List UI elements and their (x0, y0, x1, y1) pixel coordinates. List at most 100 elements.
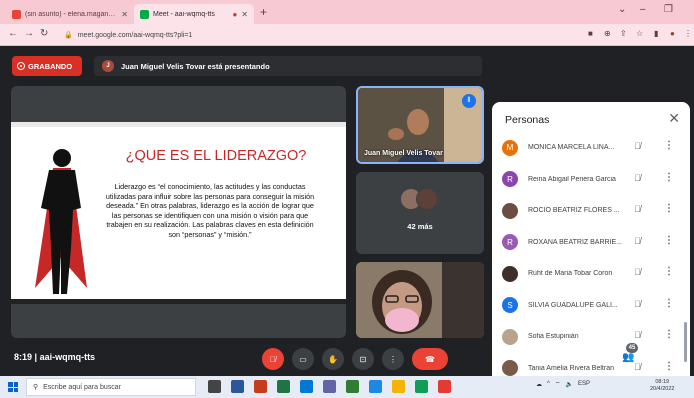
person-name: ROCIO BEATRIZ FLORES ... (528, 207, 620, 215)
recording-badge[interactable]: GRABANDO (12, 56, 82, 76)
person-name: ROXANA BEATRIZ BARRIE... (528, 238, 623, 246)
more-options-icon[interactable]: ⋮ (664, 361, 674, 372)
self-video-tile[interactable] (356, 262, 484, 338)
profile-avatar[interactable]: ● (670, 29, 675, 38)
people-list: M MONICA MARCELA LINA... 🎙̸ ⋮ R Reina Ab… (492, 132, 690, 384)
tab-title: (sin asunto) - elena.magana@un (25, 10, 118, 18)
show-hidden-icon[interactable]: ^ (547, 381, 550, 387)
forward-button[interactable]: → (24, 28, 34, 39)
person-row[interactable]: M MONICA MARCELA LINA... 🎙̸ ⋮ (492, 132, 690, 164)
mail-icon[interactable] (300, 380, 313, 393)
url-text: meet.google.com/aai-wqmq-tts?pli=1 (77, 31, 193, 39)
slide-body: Liderazgo es “el conocimiento, las actit… (105, 182, 315, 239)
powerpoint-icon[interactable] (254, 380, 267, 393)
camera-icon[interactable]: ■ (588, 29, 593, 38)
minimize-button[interactable]: – (640, 4, 646, 15)
close-tab-icon[interactable]: ✕ (241, 10, 248, 19)
more-options-icon[interactable]: ⋮ (664, 172, 674, 183)
more-options-icon[interactable]: ⋮ (664, 235, 674, 246)
close-tab-icon[interactable]: ✕ (121, 10, 128, 19)
tab-meet[interactable]: Meet - aai-wqmq-tts ● ✕ (134, 4, 254, 24)
person-row[interactable]: R ROXANA BEATRIZ BARRIE... 🎙̸ ⋮ (492, 227, 690, 259)
presentation-slide: ¿QUE ES EL LIDERAZGO? Liderazgo es “el c… (11, 122, 346, 304)
superhero-silhouette-icon (35, 149, 87, 294)
presenter-name-tag: Juan Miguel Velis Tovar (364, 150, 443, 157)
person-name: MONICA MARCELA LINA... (528, 144, 615, 152)
person-row[interactable]: R Reina Abigail Periera Garcia 🎙̸ ⋮ (492, 164, 690, 196)
app-icon[interactable] (346, 380, 359, 393)
raise-hand-button[interactable]: ✋ (322, 348, 344, 370)
volume-icon[interactable]: 🔈 (565, 381, 572, 388)
presenter-video-tile[interactable]: ⫴ Juan Miguel Velis Tovar (356, 86, 484, 164)
url-input[interactable]: 🔒 meet.google.com/aai-wqmq-tts?pli=1 (58, 27, 618, 43)
more-options-icon[interactable]: ⋮ (664, 266, 674, 277)
participant-avatar (416, 188, 438, 210)
activities-icon[interactable]: ⧉ (674, 352, 681, 363)
new-tab-button[interactable]: + (260, 5, 267, 19)
search-icon: ⚲ (33, 384, 39, 391)
more-options-button[interactable]: ⋮ (382, 348, 404, 370)
speaking-indicator-icon: ⫴ (462, 94, 476, 108)
tab-title: Meet - aai-wqmq-tts (153, 10, 215, 18)
taskbar-search-input[interactable]: ⚲ Escribe aquí para buscar (26, 378, 196, 396)
meeting-code: aai-wqmq-tts (39, 352, 96, 362)
app-icon[interactable] (438, 380, 451, 393)
file-explorer-icon[interactable] (392, 380, 405, 393)
address-bar-row: ← → ↻ 🔒 meet.google.com/aai-wqmq-tts?pli… (0, 24, 694, 46)
person-avatar: R (502, 171, 518, 188)
more-participants-tile[interactable]: 42 más (356, 172, 484, 254)
weather-icon[interactable]: ☁ (536, 381, 542, 388)
taskbar-clock[interactable]: 08:19 20/4/2022 (650, 379, 674, 393)
maximize-button[interactable]: ❐ (664, 4, 673, 15)
people-panel: Personas ✕ M MONICA MARCELA LINA... 🎙̸ ⋮… (492, 102, 690, 384)
tab-search-icon[interactable]: ⌄ (618, 4, 626, 15)
camera-toggle-button[interactable]: ▭ (292, 348, 314, 370)
mic-toggle-button[interactable]: 🎙̸ (262, 348, 284, 370)
presentation-tile[interactable]: ¿QUE ES EL LIDERAZGO? Liderazgo es “el c… (11, 86, 346, 338)
back-button[interactable]: ← (8, 28, 18, 39)
system-tray: ☁ ^ ⌔ 🔈 ESP (536, 380, 590, 388)
person-row[interactable]: Ruht de Maria Tobar Coron 🎙̸ ⋮ (492, 258, 690, 290)
word-icon[interactable] (231, 380, 244, 393)
language-indicator[interactable]: ESP (578, 381, 590, 387)
mic-off-icon: 🎙̸ (634, 330, 641, 340)
people-scrollbar[interactable] (684, 322, 687, 362)
browser-menu-icon[interactable]: ⋮ (684, 29, 692, 38)
person-name: Ruht de Maria Tobar Coron (528, 270, 613, 278)
chrome-icon[interactable] (415, 380, 428, 393)
more-options-icon[interactable]: ⋮ (664, 329, 674, 340)
taskbar-apps (208, 380, 451, 393)
teams-icon[interactable] (323, 380, 336, 393)
person-avatar: R (502, 234, 518, 251)
share-icon[interactable]: ⇪ (620, 29, 627, 38)
person-row[interactable]: S SILVIA GUADALUPE GALI... 🎙̸ ⋮ (492, 290, 690, 322)
presenting-banner: J Juan Miguel Velis Tovar está presentan… (94, 56, 482, 76)
more-options-icon[interactable]: ⋮ (664, 203, 674, 214)
windows-start-icon[interactable] (8, 382, 18, 392)
people-icon[interactable]: 👥 (622, 352, 634, 363)
chat-icon[interactable]: ▤ (648, 352, 657, 363)
task-view-icon[interactable] (208, 380, 221, 393)
person-name: Sofia Estupinián (528, 333, 579, 341)
person-row[interactable]: Sofia Estupinián 🎙̸ ⋮ (492, 321, 690, 353)
lock-icon: 🔒 (64, 32, 73, 39)
person-row[interactable]: ROCIO BEATRIZ FLORES ... 🎙̸ ⋮ (492, 195, 690, 227)
network-icon[interactable]: ⌔ (555, 380, 561, 388)
more-options-icon[interactable]: ⋮ (664, 298, 674, 309)
recording-dot-icon: ● (232, 9, 238, 19)
meeting-info-icon[interactable]: ⓘ (594, 352, 604, 367)
present-button[interactable]: ⊡ (352, 348, 374, 370)
recording-label: GRABANDO (28, 61, 73, 71)
zoom-icon[interactable]: ⊕ (604, 29, 611, 38)
tab-gmail[interactable]: (sin asunto) - elena.magana@un ✕ (6, 4, 134, 24)
person-avatar: S (502, 297, 518, 314)
more-options-icon[interactable]: ⋮ (664, 140, 674, 151)
window-icon[interactable]: ▮ (654, 29, 658, 38)
person-avatar: M (502, 139, 518, 156)
reload-button[interactable]: ↻ (40, 28, 48, 39)
excel-icon[interactable] (277, 380, 290, 393)
bookmark-star-icon[interactable]: ☆ (636, 29, 643, 38)
close-panel-button[interactable]: ✕ (668, 110, 680, 127)
leave-call-button[interactable]: ☎ (412, 348, 448, 370)
edge-icon[interactable] (369, 380, 382, 393)
